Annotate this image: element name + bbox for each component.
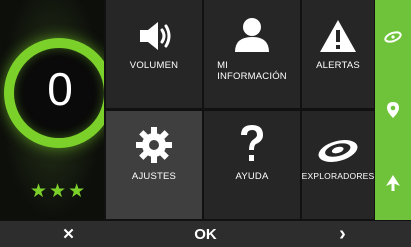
star-icon: ★ (49, 181, 67, 202)
menu-grid: VOLUMEN MI INFORMACIÓN ALERTAS AJUSTES A… (106, 0, 374, 220)
settings-tile[interactable]: AJUSTES (106, 111, 202, 219)
score-value: 0 (47, 63, 73, 115)
close-button[interactable]: ✕ (0, 225, 137, 243)
navigation-arrow-icon (386, 175, 400, 192)
alerts-label: ALERTAS (316, 60, 360, 71)
location-pin-icon (387, 101, 399, 118)
side-radar-button[interactable] (375, 7, 411, 67)
score-panel: 0 ★ ★ ★ (0, 0, 104, 220)
star-icon: ★ (68, 181, 86, 202)
explorers-tile[interactable]: EXPLORADORES (302, 111, 374, 219)
volume-tile[interactable]: VOLUMEN (106, 0, 202, 108)
star-icon: ★ (30, 181, 48, 202)
next-button[interactable]: › (274, 223, 411, 246)
radar-icon (316, 111, 360, 171)
my-info-label: MI INFORMACIÓN (217, 60, 287, 82)
user-icon (232, 0, 272, 60)
alerts-tile[interactable]: ALERTAS (302, 0, 374, 108)
help-icon (237, 111, 267, 171)
radar-icon (384, 31, 402, 43)
settings-label: AJUSTES (131, 171, 177, 182)
rating-stars: ★ ★ ★ (30, 182, 85, 201)
side-toolbar (375, 0, 411, 220)
speaker-icon (134, 0, 174, 60)
ok-button[interactable]: OK (137, 226, 274, 243)
gear-icon (134, 111, 174, 171)
alert-icon (318, 0, 358, 60)
help-label: AYUDA (235, 171, 269, 182)
explorers-label: EXPLORADORES (301, 171, 375, 181)
side-location-button[interactable] (375, 80, 411, 140)
my-info-tile[interactable]: MI INFORMACIÓN (204, 0, 300, 108)
bottom-bar: ✕ OK › (0, 221, 411, 247)
help-tile[interactable]: AYUDA (204, 111, 300, 219)
side-navigation-button[interactable] (375, 153, 411, 213)
volume-label: VOLUMEN (129, 60, 179, 71)
